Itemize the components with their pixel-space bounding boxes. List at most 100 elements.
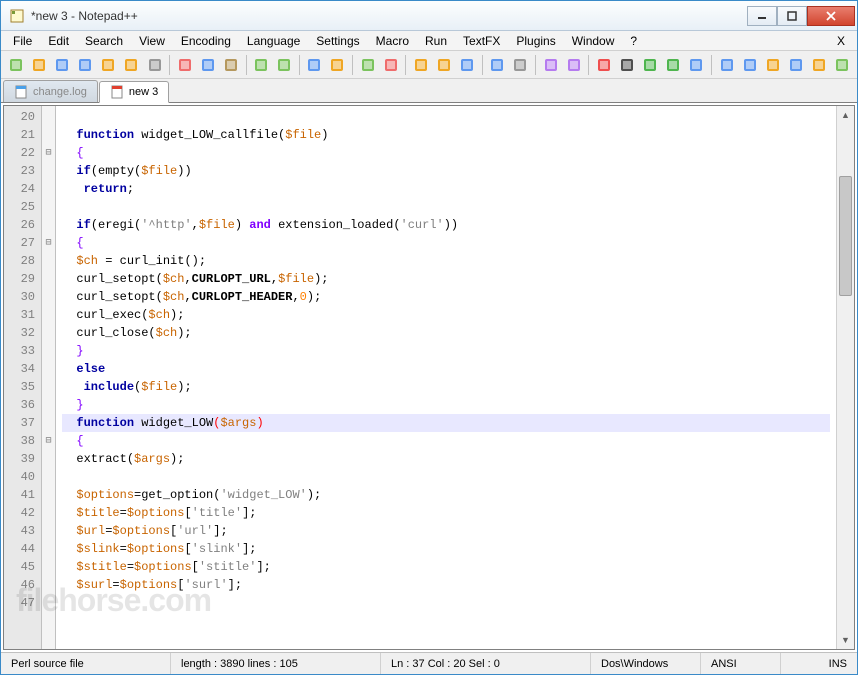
close-all-icon[interactable] — [121, 54, 142, 76]
close-button[interactable] — [807, 6, 855, 26]
code-line[interactable]: $stitle=$options['stitle']; — [62, 558, 830, 576]
code-line[interactable]: else — [62, 360, 830, 378]
sort-desc-icon[interactable] — [785, 54, 806, 76]
settings-icon[interactable] — [809, 54, 830, 76]
menu-textfx[interactable]: TextFX — [455, 32, 508, 50]
fold-marker — [42, 162, 55, 180]
show-all-icon[interactable] — [487, 54, 508, 76]
menu-run[interactable]: Run — [417, 32, 455, 50]
zoom-out-icon[interactable] — [380, 54, 401, 76]
sort-asc-icon[interactable] — [762, 54, 783, 76]
next-icon[interactable] — [716, 54, 737, 76]
cut-icon[interactable] — [174, 54, 195, 76]
menu-view[interactable]: View — [131, 32, 173, 50]
toolbar-separator — [482, 55, 483, 75]
code-line[interactable]: if(empty($file)) — [62, 162, 830, 180]
fold-column[interactable]: ⊟ ⊟ ⊟ — [42, 106, 56, 649]
open-file-icon[interactable] — [28, 54, 49, 76]
code-line[interactable]: function widget_LOW_callfile($file) — [62, 126, 830, 144]
code-line[interactable]: $url=$options['url']; — [62, 522, 830, 540]
code-line[interactable]: function widget_LOW($args) — [62, 414, 830, 432]
code-line[interactable]: $ch = curl_init(); — [62, 252, 830, 270]
status-position: Ln : 37 Col : 20 Sel : 0 — [381, 653, 591, 674]
sync-h-icon[interactable] — [433, 54, 454, 76]
menu-settings[interactable]: Settings — [308, 32, 367, 50]
code-line[interactable] — [62, 594, 830, 612]
code-line[interactable]: return; — [62, 180, 830, 198]
code-line[interactable]: { — [62, 234, 830, 252]
code-line[interactable]: curl_setopt($ch,CURLOPT_HEADER,0); — [62, 288, 830, 306]
line-number: 43 — [4, 522, 35, 540]
code-line[interactable]: include($file); — [62, 378, 830, 396]
save-icon[interactable] — [51, 54, 72, 76]
code-line[interactable]: curl_setopt($ch,CURLOPT_URL,$file); — [62, 270, 830, 288]
maximize-button[interactable] — [777, 6, 807, 26]
rec-macro-icon[interactable] — [593, 54, 614, 76]
scrollbar-thumb[interactable] — [839, 176, 852, 296]
menu-plugins[interactable]: Plugins — [508, 32, 563, 50]
copy-icon[interactable] — [197, 54, 218, 76]
menu-encoding[interactable]: Encoding — [173, 32, 239, 50]
scroll-down-icon[interactable]: ▼ — [837, 631, 854, 649]
code-line[interactable]: curl_close($ch); — [62, 324, 830, 342]
code-line[interactable]: { — [62, 432, 830, 450]
fold-marker[interactable]: ⊟ — [42, 234, 55, 252]
menu-edit[interactable]: Edit — [40, 32, 77, 50]
code-line[interactable]: curl_exec($ch); — [62, 306, 830, 324]
code-line[interactable]: } — [62, 342, 830, 360]
fold-marker[interactable]: ⊟ — [42, 144, 55, 162]
menubar-close-icon[interactable]: X — [829, 32, 853, 50]
menu-window[interactable]: Window — [564, 32, 623, 50]
sync-v-icon[interactable] — [410, 54, 431, 76]
replace-icon[interactable] — [327, 54, 348, 76]
wrap-icon[interactable] — [457, 54, 478, 76]
undo-icon[interactable] — [250, 54, 271, 76]
code-line[interactable] — [62, 468, 830, 486]
titlebar[interactable]: *new 3 - Notepad++ — [1, 1, 857, 31]
menu-macro[interactable]: Macro — [368, 32, 417, 50]
menu-language[interactable]: Language — [239, 32, 308, 50]
code-line[interactable]: $options=get_option('widget_LOW'); — [62, 486, 830, 504]
vertical-scrollbar[interactable]: ▲ ▼ — [836, 106, 854, 649]
tab-change-log[interactable]: change.log — [3, 80, 98, 102]
new-file-icon[interactable] — [5, 54, 26, 76]
code-line[interactable]: if(eregi('^http',$file) and extension_lo… — [62, 216, 830, 234]
code-line[interactable]: $surl=$options['surl']; — [62, 576, 830, 594]
menu-file[interactable]: File — [5, 32, 40, 50]
menu-[interactable]: ? — [622, 32, 645, 50]
scroll-up-icon[interactable]: ▲ — [837, 106, 854, 124]
line-number: 38 — [4, 432, 35, 450]
prev-icon[interactable] — [739, 54, 760, 76]
find-icon[interactable] — [304, 54, 325, 76]
close-icon[interactable] — [98, 54, 119, 76]
code-editor[interactable]: function widget_LOW_callfile($file) { if… — [56, 106, 836, 649]
stop-macro-icon[interactable] — [616, 54, 637, 76]
tab-new--3[interactable]: new 3 — [99, 81, 169, 103]
code-line[interactable]: { — [62, 144, 830, 162]
code-line[interactable]: extract($args); — [62, 450, 830, 468]
fold-marker[interactable]: ⊟ — [42, 432, 55, 450]
code-line[interactable]: } — [62, 396, 830, 414]
fold-marker — [42, 288, 55, 306]
save-all-icon[interactable] — [74, 54, 95, 76]
redo-icon[interactable] — [274, 54, 295, 76]
code-line[interactable] — [62, 108, 830, 126]
save-macro-icon[interactable] — [686, 54, 707, 76]
menu-search[interactable]: Search — [77, 32, 131, 50]
code-line[interactable] — [62, 198, 830, 216]
code-line[interactable]: $slink=$options['slink']; — [62, 540, 830, 558]
play-macro-icon[interactable] — [640, 54, 661, 76]
line-number: 20 — [4, 108, 35, 126]
fold-all-icon[interactable] — [540, 54, 561, 76]
unfold-all-icon[interactable] — [563, 54, 584, 76]
line-number: 26 — [4, 216, 35, 234]
minimize-button[interactable] — [747, 6, 777, 26]
play-multi-icon[interactable] — [663, 54, 684, 76]
spell-icon[interactable] — [832, 54, 853, 76]
paste-icon[interactable] — [220, 54, 241, 76]
zoom-in-icon[interactable] — [357, 54, 378, 76]
window-title: *new 3 - Notepad++ — [31, 9, 747, 23]
indent-guide-icon[interactable] — [510, 54, 531, 76]
print-icon[interactable] — [144, 54, 165, 76]
code-line[interactable]: $title=$options['title']; — [62, 504, 830, 522]
